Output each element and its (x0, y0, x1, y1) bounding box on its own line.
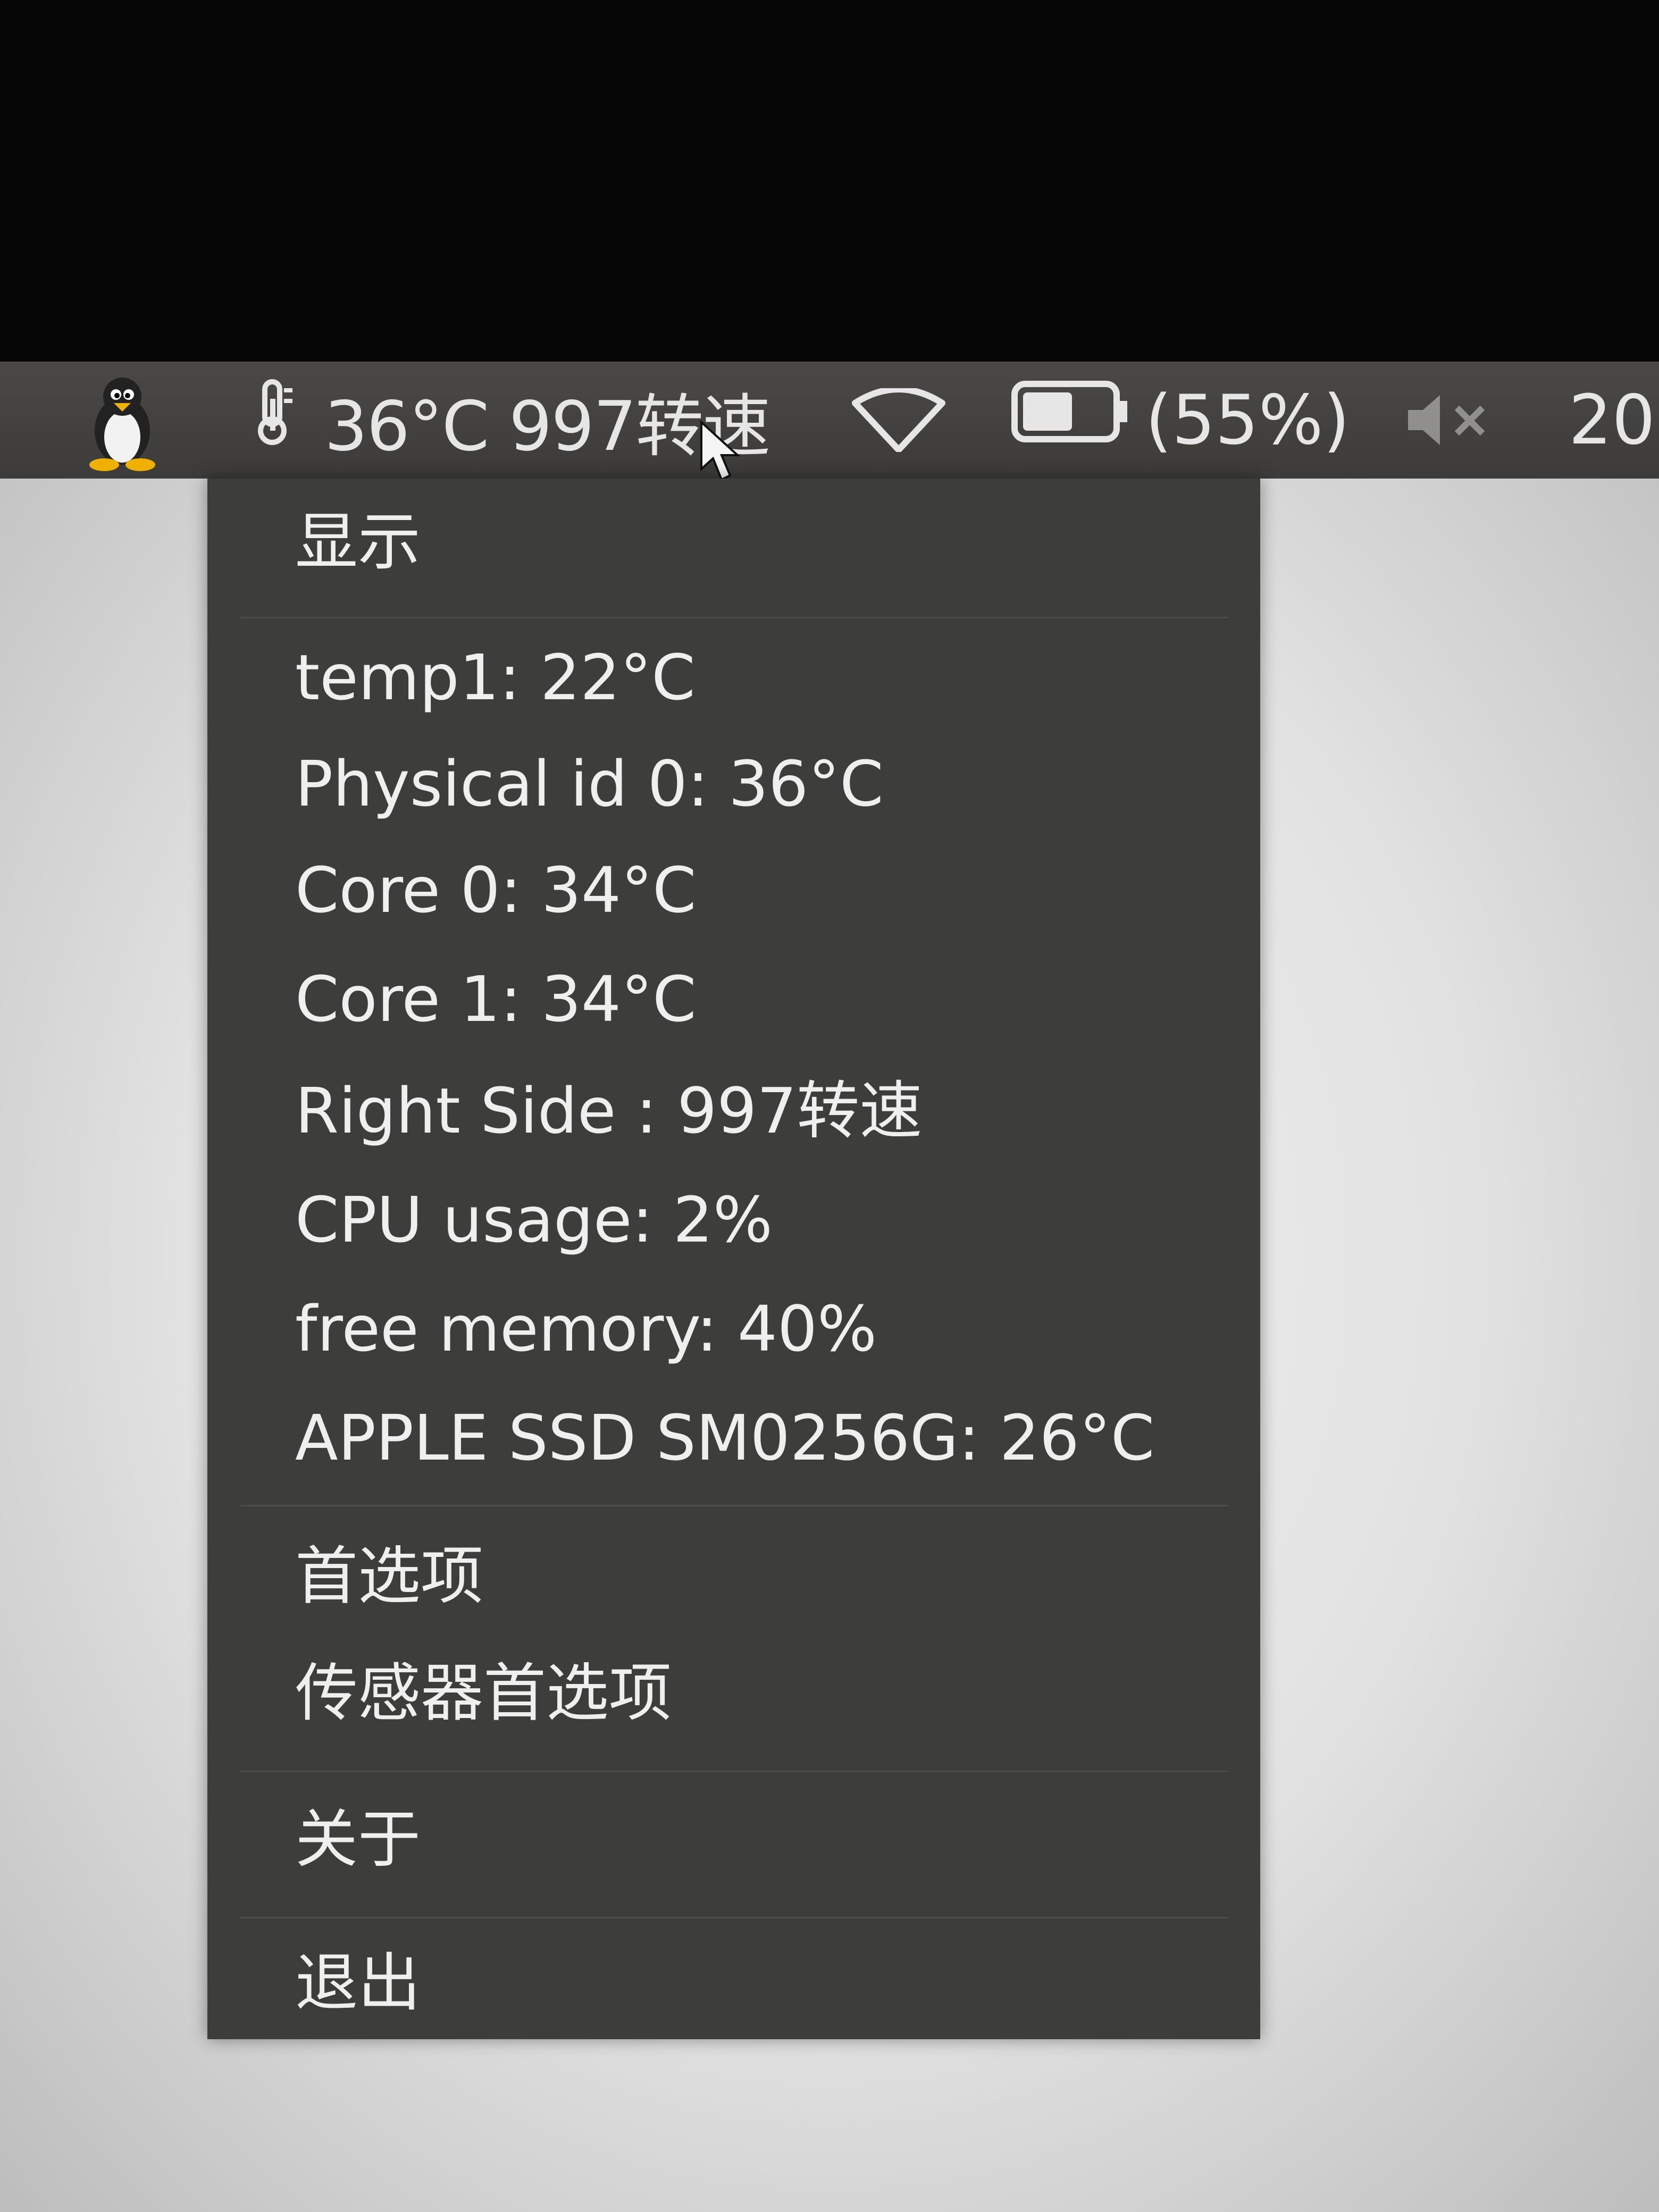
sensor-item-temp1[interactable]: temp1: 22°C (295, 646, 696, 709)
temperature-indicator[interactable]: 36°C 997转速 (250, 362, 770, 479)
tux-logo-icon[interactable] (69, 362, 175, 479)
clock[interactable]: 20 (1569, 362, 1655, 479)
battery-percent: (55%) (1145, 380, 1350, 460)
screen-bezel (0, 0, 1659, 362)
menu-item-preferences[interactable]: 首选项 (295, 1545, 483, 1607)
wifi-icon[interactable] (851, 362, 946, 479)
sensor-item-free-memory[interactable]: free memory: 40% (295, 1297, 877, 1360)
menu-separator (239, 617, 1228, 618)
thermometer-icon (250, 378, 298, 463)
mouse-cursor-icon (699, 420, 742, 486)
sensor-indicator-menu: 显示 temp1: 22°C Physical id 0: 36°C Core … (207, 479, 1260, 2039)
menu-item-quit[interactable]: 退出 (295, 1951, 421, 2014)
sensor-item-core1[interactable]: Core 1: 34°C (295, 968, 697, 1030)
sensor-item-fan[interactable]: Right Side : 997转速 (295, 1079, 922, 1142)
battery-indicator[interactable]: (55%) (1010, 362, 1350, 479)
menu-separator (239, 1771, 1228, 1772)
volume-muted-icon[interactable] (1404, 362, 1494, 479)
sensor-item-core0[interactable]: Core 0: 34°C (295, 859, 697, 921)
sensor-item-cpu-usage[interactable]: CPU usage: 2% (295, 1188, 773, 1251)
menu-item-about[interactable]: 关于 (295, 1808, 421, 1871)
top-panel: 36°C 997转速 (55%) 20 (0, 362, 1659, 479)
menu-item-sensor-preferences[interactable]: 传感器首选项 (295, 1662, 672, 1724)
sensor-item-physical-id[interactable]: Physical id 0: 36°C (295, 752, 884, 815)
menu-item-display[interactable]: 显示 (295, 510, 421, 573)
menu-separator (239, 1505, 1228, 1506)
menu-separator (239, 1917, 1228, 1918)
battery-icon (1010, 378, 1133, 463)
sensor-item-ssd[interactable]: APPLE SSD SM0256G: 26°C (295, 1406, 1154, 1469)
